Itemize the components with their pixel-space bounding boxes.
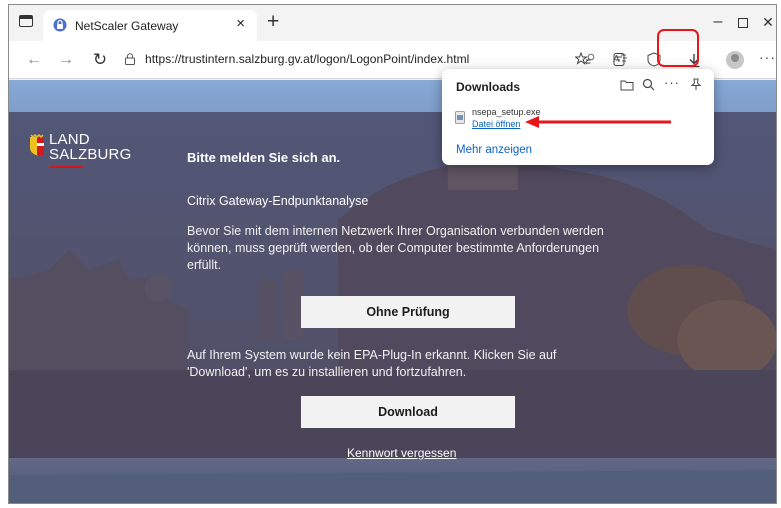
netscaler-favicon-icon — [53, 18, 67, 32]
search-icon[interactable] — [642, 78, 655, 91]
epa-subtitle: Citrix Gateway-Endpunktanalyse — [187, 194, 369, 208]
download-plugin-button[interactable]: Download — [301, 396, 515, 428]
salzburg-crest-icon — [30, 134, 44, 156]
show-more-link[interactable]: Mehr anzeigen — [456, 144, 532, 156]
logo-line-salzburg: SALZBURG — [49, 146, 132, 163]
open-file-link[interactable]: Datei öffnen — [472, 119, 520, 129]
downloads-more-icon[interactable]: ··· — [664, 75, 680, 90]
reload-icon[interactable]: ↻ — [89, 49, 111, 71]
url-text[interactable]: https://trustintern.salzburg.gv.at/logon… — [145, 52, 469, 66]
open-folder-icon[interactable] — [620, 79, 634, 91]
page-heading: Bitte melden Sie sich an. — [187, 150, 341, 165]
logo-text: LAND SALZBURG — [49, 132, 131, 162]
epa-description: Bevor Sie mit dem internen Netzwerk Ihre… — [187, 224, 604, 272]
logo-line-land: LAND — [49, 131, 90, 148]
downloads-title: Downloads — [456, 80, 521, 94]
plugin-missing-message: Auf Ihrem System wurde kein EPA-Plug-In … — [187, 348, 557, 379]
profile-avatar-icon[interactable] — [726, 51, 744, 69]
more-icon[interactable]: ··· — [759, 49, 776, 65]
logo-underline — [49, 166, 83, 168]
tab-actions-icon[interactable] — [19, 15, 33, 27]
tab-title: NetScaler Gateway — [75, 19, 179, 33]
new-tab-button[interactable]: + — [267, 11, 279, 32]
lock-icon[interactable] — [125, 53, 135, 65]
pin-icon[interactable] — [690, 78, 702, 91]
favorites-icon[interactable] — [575, 52, 591, 67]
tab-netscaler-gateway[interactable]: NetScaler Gateway × — [43, 10, 257, 41]
forgot-password-link[interactable]: Kennwort vergessen — [347, 446, 456, 460]
back-icon[interactable]: ← — [23, 49, 45, 71]
skip-check-button[interactable]: Ohne Prüfung — [301, 296, 515, 328]
maximize-icon — [738, 18, 748, 29]
browser-window: NetScaler Gateway × + – ✕ ← → ↻ https://… — [8, 4, 777, 504]
annotation-arrow — [525, 116, 671, 128]
download-button-highlight — [657, 29, 699, 67]
collections-icon[interactable] — [611, 52, 627, 67]
forward-icon[interactable]: → — [55, 49, 77, 71]
tab-close-icon[interactable]: × — [236, 16, 245, 31]
exe-file-icon — [455, 111, 465, 124]
close-window-button[interactable]: ✕ — [749, 9, 776, 35]
